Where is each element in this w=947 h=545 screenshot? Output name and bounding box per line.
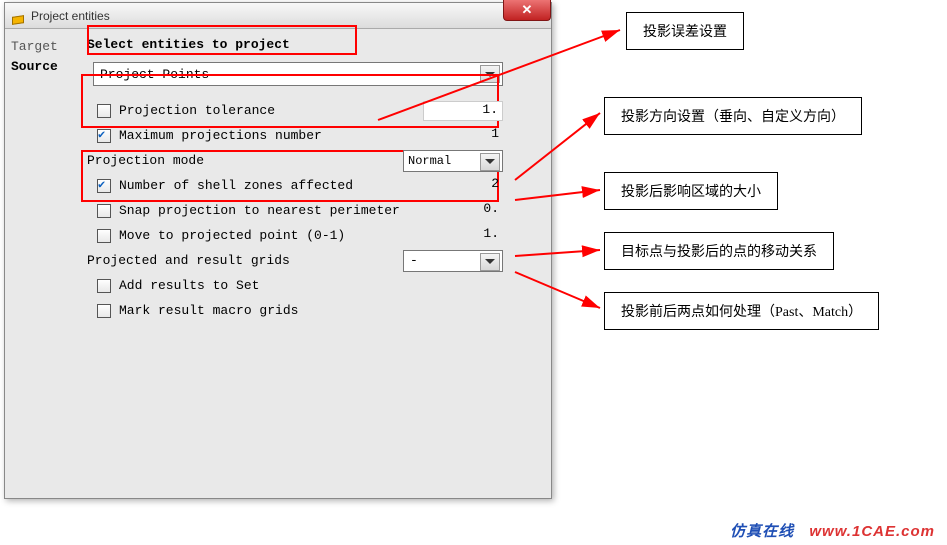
chevron-down-icon <box>480 253 500 271</box>
projection-mode-value: Normal <box>408 154 451 168</box>
checkbox-projection-tolerance[interactable] <box>97 104 111 118</box>
watermark-url: www.1CAE.com <box>809 523 935 540</box>
sidebar: Target Source <box>5 29 83 498</box>
label-snap-projection: Snap projection to nearest perimeter <box>119 203 423 218</box>
close-button[interactable]: ✕ <box>503 0 551 21</box>
label-projection-tolerance: Projection tolerance <box>119 103 423 118</box>
value-projection-tolerance[interactable]: 1. <box>423 101 503 121</box>
checkbox-snap-projection[interactable] <box>97 204 111 218</box>
chevron-down-icon <box>480 65 500 83</box>
chevron-down-icon <box>480 153 500 171</box>
titlebar[interactable]: Project entities ✕ <box>5 3 551 29</box>
annotation-direction: 投影方向设置（垂向、自定义方向） <box>604 97 862 135</box>
checkbox-shell-zones[interactable] <box>97 179 111 193</box>
row-shell-zones: Number of shell zones affected 2 <box>87 173 503 198</box>
close-icon: ✕ <box>522 2 533 18</box>
checkbox-mark-macro-grids[interactable] <box>97 304 111 318</box>
watermark-cn: 仿真在线 <box>730 523 794 540</box>
row-max-projections: Maximum projections number 1 <box>87 123 503 148</box>
checkbox-move-projected[interactable] <box>97 229 111 243</box>
label-shell-zones: Number of shell zones affected <box>119 178 423 193</box>
label-projected-result-grids: Projected and result grids <box>87 253 403 268</box>
projected-result-grids-dropdown[interactable]: - <box>403 250 503 272</box>
projection-mode-dropdown[interactable]: Normal <box>403 150 503 172</box>
annotation-tolerance: 投影误差设置 <box>626 12 744 50</box>
row-projection-tolerance: Projection tolerance 1. <box>87 98 503 123</box>
dropdown-value: Project Points <box>100 67 209 82</box>
value-max-projections[interactable]: 1 <box>423 126 503 146</box>
value-shell-zones[interactable]: 2 <box>423 176 503 196</box>
value-move-projected[interactable]: 1. <box>423 226 503 246</box>
checkbox-add-results-set[interactable] <box>97 279 111 293</box>
row-move-projected: Move to projected point (0-1) 1. <box>87 223 503 248</box>
project-entities-window: Project entities ✕ Target Source Select … <box>4 2 552 499</box>
app-icon <box>11 9 25 23</box>
value-snap-projection[interactable]: 0. <box>423 201 503 221</box>
row-add-results-set: Add results to Set <box>87 273 503 298</box>
annotation-zones: 投影后影响区域的大小 <box>604 172 778 210</box>
watermark: 仿真在线 www.1CAE.com <box>730 520 935 541</box>
row-snap-projection: Snap projection to nearest perimeter 0. <box>87 198 503 223</box>
projected-result-grids-value: - <box>410 253 418 268</box>
annotation-move: 目标点与投影后的点的移动关系 <box>604 232 834 270</box>
checkbox-max-projections[interactable] <box>97 129 111 143</box>
window-title: Project entities <box>31 9 110 23</box>
row-projected-result-grids: Projected and result grids - <box>87 248 503 273</box>
label-move-projected: Move to projected point (0-1) <box>119 228 423 243</box>
sidebar-item-target[interactable]: Target <box>11 37 77 57</box>
label-add-results-set: Add results to Set <box>119 278 503 293</box>
sidebar-item-source[interactable]: Source <box>11 57 77 77</box>
label-projection-mode: Projection mode <box>87 153 403 168</box>
project-points-dropdown[interactable]: Project Points <box>93 62 503 86</box>
annotation-grids: 投影前后两点如何处理（Past、Match） <box>604 292 879 330</box>
row-projection-mode: Projection mode Normal <box>87 148 503 173</box>
main-panel: Select entities to project Project Point… <box>83 29 551 498</box>
row-mark-macro-grids: Mark result macro grids <box>87 298 503 323</box>
label-max-projections: Maximum projections number <box>119 128 423 143</box>
label-mark-macro-grids: Mark result macro grids <box>119 303 503 318</box>
panel-heading: Select entities to project <box>87 37 539 52</box>
